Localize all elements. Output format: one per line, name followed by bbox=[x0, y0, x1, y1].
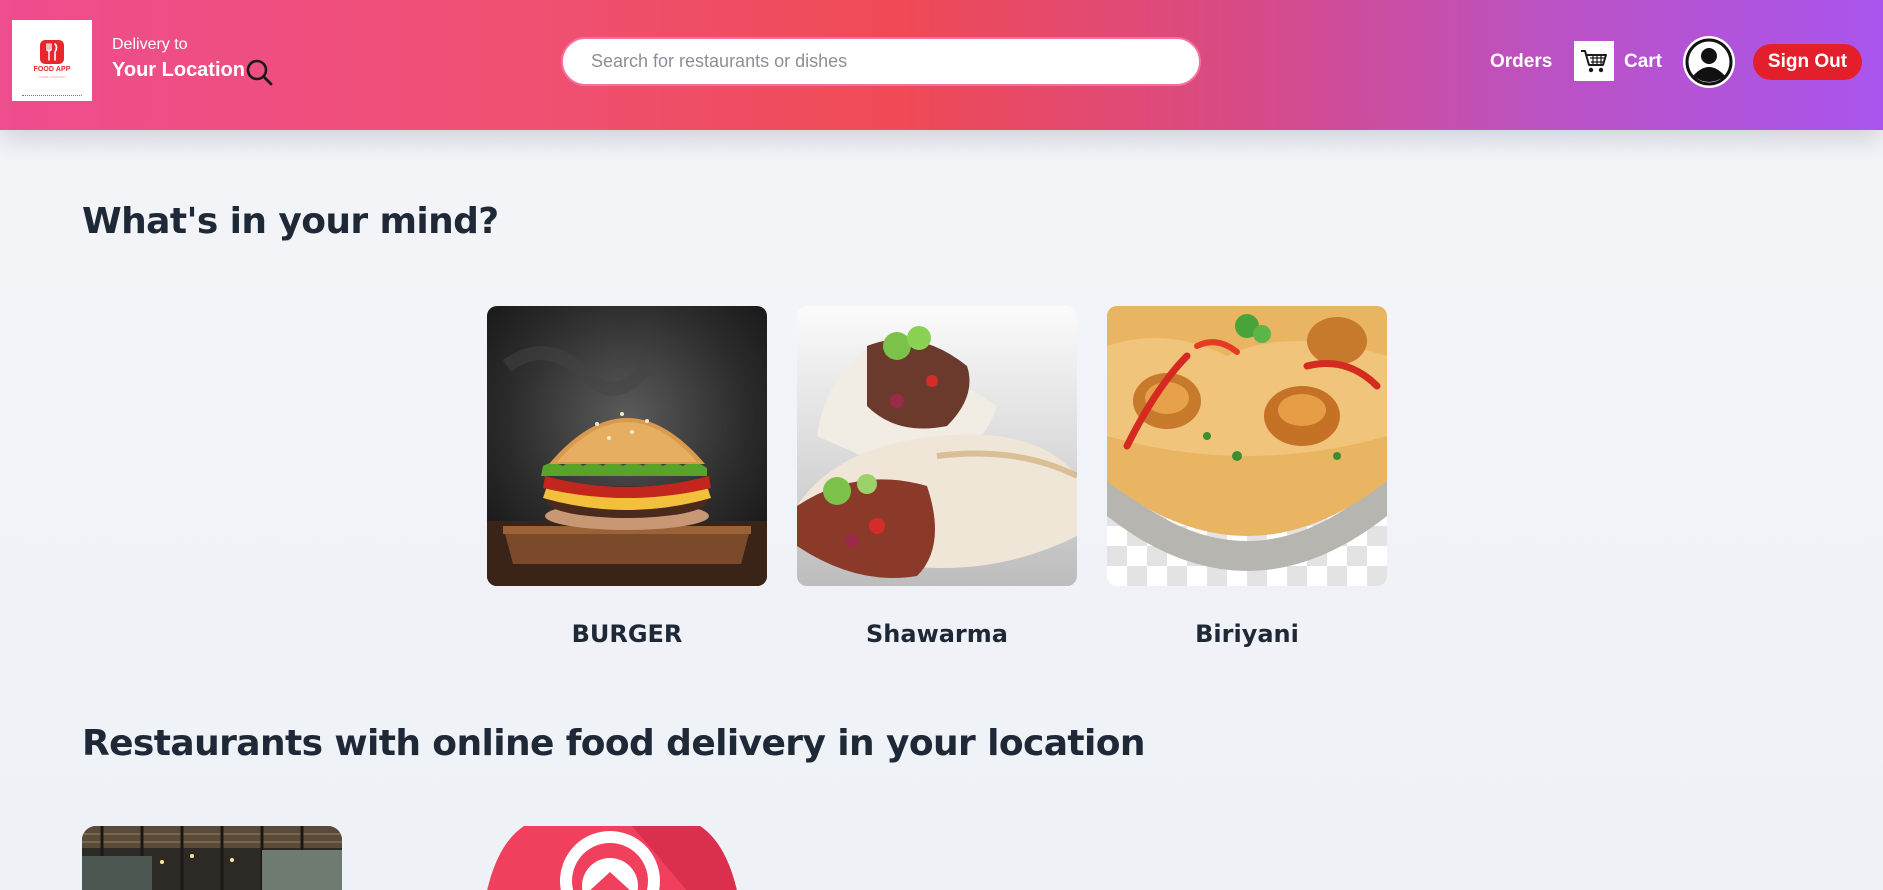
category-label: BURGER bbox=[571, 620, 683, 648]
app-logo[interactable]: FOOD APP TASTE YOUR WAY bbox=[12, 20, 92, 101]
restaurant-card[interactable] bbox=[482, 826, 742, 890]
sign-out-button[interactable]: Sign Out bbox=[1753, 44, 1862, 80]
user-icon bbox=[1685, 38, 1733, 86]
shawarma-image bbox=[797, 306, 1077, 586]
top-header: FOOD APP TASTE YOUR WAY Delivery to Your… bbox=[0, 0, 1883, 130]
search-icon[interactable] bbox=[245, 58, 274, 87]
home-logo-image bbox=[487, 826, 737, 890]
logo-tagline: TASTE YOUR WAY bbox=[38, 75, 66, 79]
biriyani-image bbox=[1107, 306, 1387, 586]
orders-link[interactable]: Orders bbox=[1490, 51, 1552, 73]
fork-knife-icon bbox=[40, 40, 64, 64]
search-input[interactable] bbox=[561, 37, 1201, 86]
restaurants-heading: Restaurants with online food delivery in… bbox=[82, 723, 1146, 764]
burger-image bbox=[487, 306, 767, 586]
location-selector[interactable]: Your Location bbox=[112, 59, 245, 82]
restaurant-interior-image bbox=[82, 826, 342, 890]
category-label: Biriyani bbox=[1195, 620, 1299, 648]
user-avatar[interactable] bbox=[1683, 36, 1735, 88]
logo-title: FOOD APP bbox=[33, 66, 71, 73]
cart-icon bbox=[1574, 41, 1614, 81]
logo-divider bbox=[22, 95, 82, 97]
cart-label: Cart bbox=[1624, 51, 1663, 72]
delivery-label: Delivery to bbox=[112, 36, 188, 53]
categories-heading: What's in your mind? bbox=[82, 201, 499, 242]
category-label: Shawarma bbox=[866, 620, 1008, 648]
restaurant-card[interactable] bbox=[82, 826, 342, 890]
